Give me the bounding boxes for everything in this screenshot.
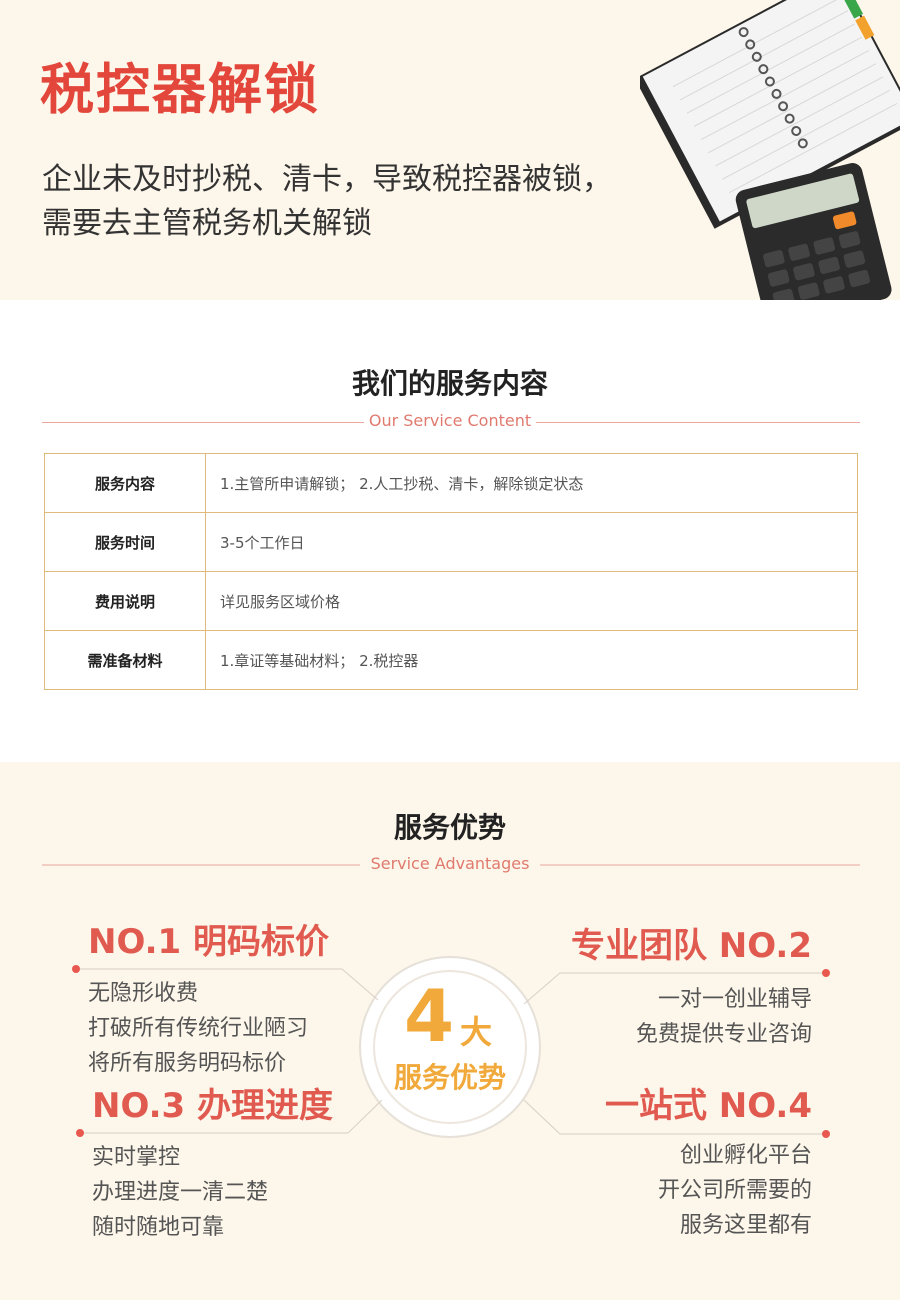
service-table: 服务内容 1.主管所申请解锁； 2.人工抄税、清卡，解除锁定状态 服务时间 3-… xyxy=(44,453,858,690)
table-key: 服务内容 xyxy=(44,453,206,513)
advantage-line: 一对一创业辅导 xyxy=(657,987,812,1012)
advantage-line: 创业孵化平台 xyxy=(679,1143,812,1168)
advantages-section: 服务优势 Service Advantages 4 大 服务优势 NO.1 明码… xyxy=(0,762,900,1300)
advantage-lines-no2: 一对一创业辅导 免费提供专业咨询 xyxy=(636,982,812,1052)
advantage-heading-no2: 专业团队 NO.2 xyxy=(570,926,812,966)
table-value: 1.章证等基础材料； 2.税控器 xyxy=(205,630,858,690)
table-value: 1.主管所申请解锁； 2.人工抄税、清卡，解除锁定状态 xyxy=(205,453,858,513)
advantage-line: 实时掌控 xyxy=(92,1145,181,1170)
hero-desc-line: 企业未及时抄税、清卡，导致税控器被锁， xyxy=(42,162,612,197)
advantages-section-title: 服务优势 xyxy=(393,811,506,844)
service-section-subtitle: Our Service Content xyxy=(368,411,532,430)
table-row: 服务内容 1.主管所申请解锁； 2.人工抄税、清卡，解除锁定状态 xyxy=(44,453,858,513)
table-row: 费用说明 详见服务区域价格 xyxy=(44,571,858,631)
table-key: 费用说明 xyxy=(44,571,206,631)
table-row: 需准备材料 1.章证等基础材料； 2.税控器 xyxy=(44,630,858,690)
table-value: 3-5个工作日 xyxy=(205,512,858,572)
hero-description: 企业未及时抄税、清卡，导致税控器被锁， 需要去主管税务机关解锁 xyxy=(42,158,682,246)
hero-desc-line: 需要去主管税务机关解锁 xyxy=(42,206,372,241)
advantage-lines-no3: 实时掌控 办理进度一清二楚 随时随地可靠 xyxy=(92,1140,268,1245)
hero-title: 税控器解锁 xyxy=(40,58,320,121)
service-divider-right xyxy=(536,422,860,423)
center-label: 服务优势 xyxy=(393,1061,506,1094)
advantages-section-subtitle: Service Advantages xyxy=(370,854,530,873)
service-section-title: 我们的服务内容 xyxy=(351,367,548,400)
table-value: 详见服务区域价格 xyxy=(205,571,858,631)
advantage-line: 服务这里都有 xyxy=(679,1213,812,1238)
advantage-line: 将所有服务明码标价 xyxy=(88,1051,287,1076)
advantage-line: 无隐形收费 xyxy=(88,981,199,1006)
advantage-line: 打破所有传统行业陋习 xyxy=(88,1016,309,1041)
advantage-lines-no1: 无隐形收费 打破所有传统行业陋习 将所有服务明码标价 xyxy=(88,976,308,1081)
advantage-line: 随时随地可靠 xyxy=(92,1215,225,1240)
advantage-lines-no4: 创业孵化平台 开公司所需要的 服务这里都有 xyxy=(658,1138,812,1243)
advantage-heading-no3: NO.3 办理进度 xyxy=(92,1086,334,1126)
advantage-heading-no1: NO.1 明码标价 xyxy=(88,922,330,962)
advantage-line: 免费提供专业咨询 xyxy=(635,1022,812,1047)
advantage-heading-no4: 一站式 NO.4 xyxy=(604,1086,812,1126)
center-number-suffix: 大 xyxy=(460,1013,493,1051)
table-key: 服务时间 xyxy=(44,512,206,572)
table-row: 服务时间 3-5个工作日 xyxy=(44,512,858,572)
advantage-line: 开公司所需要的 xyxy=(657,1178,812,1203)
hero-banner: 税控器解锁 企业未及时抄税、清卡，导致税控器被锁， 需要去主管税务机关解锁 xyxy=(0,0,900,300)
center-number: 4 xyxy=(404,974,455,1058)
notebook-calculator-illustration xyxy=(640,0,900,300)
advantage-line: 办理进度一清二楚 xyxy=(92,1180,269,1205)
table-key: 需准备材料 xyxy=(44,630,206,690)
center-badge: 4 大 服务优势 xyxy=(380,972,520,1112)
